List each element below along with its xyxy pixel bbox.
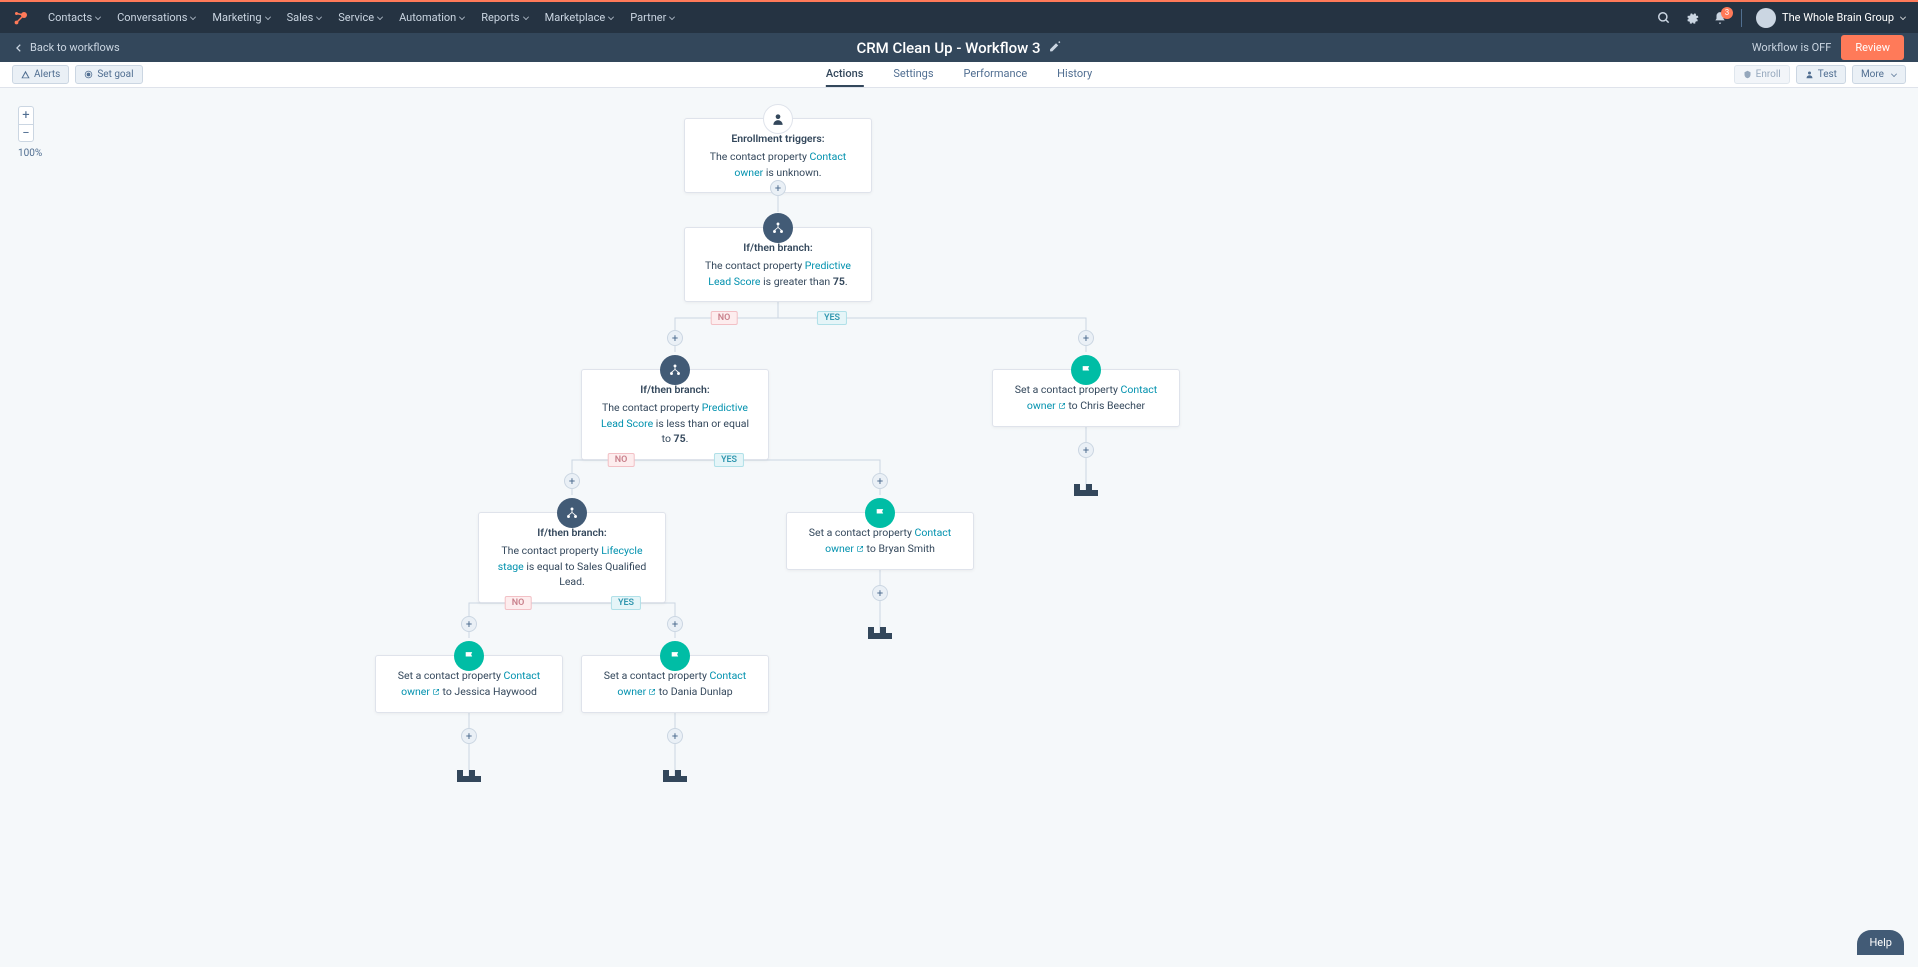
- notif-badge: 3: [1721, 7, 1733, 19]
- node-desc: The contact property Predictive Lead Sco…: [701, 258, 855, 290]
- flag-icon: [660, 641, 690, 671]
- main-nav: Contacts Conversations Marketing Sales S…: [0, 2, 1918, 33]
- nav-automation[interactable]: Automation: [391, 11, 473, 24]
- flag-icon: [454, 641, 484, 671]
- flag-icon: [1071, 355, 1101, 385]
- toolbar: Alerts Set goal Actions Settings Perform…: [0, 62, 1918, 88]
- nav-contacts[interactable]: Contacts: [40, 11, 109, 24]
- tab-history[interactable]: History: [1057, 62, 1092, 87]
- account-menu[interactable]: The Whole Brain Group: [1756, 8, 1906, 28]
- more-button[interactable]: More: [1852, 65, 1906, 84]
- end-marker: [457, 770, 481, 782]
- branch-yes-label: YES: [714, 453, 744, 467]
- node-desc: Set a contact property Contact owner to …: [392, 668, 546, 700]
- search-icon[interactable]: [1657, 11, 1671, 25]
- add-action-button[interactable]: +: [667, 616, 683, 632]
- node-desc: Set a contact property Contact owner to …: [803, 525, 957, 557]
- add-action-button[interactable]: +: [667, 728, 683, 744]
- add-action-button[interactable]: +: [667, 330, 683, 346]
- gear-icon[interactable]: [1685, 11, 1699, 25]
- help-button[interactable]: Help: [1857, 930, 1904, 955]
- nav-partner[interactable]: Partner: [622, 11, 683, 24]
- add-action-button[interactable]: +: [872, 473, 888, 489]
- branch-yes-label: YES: [611, 596, 641, 610]
- node-desc: The contact property Contact owner is un…: [701, 149, 855, 181]
- zoom-out-button[interactable]: −: [18, 124, 34, 142]
- add-action-button[interactable]: +: [461, 616, 477, 632]
- branch-yes-label: YES: [817, 311, 847, 325]
- nav-marketplace[interactable]: Marketplace: [537, 11, 623, 24]
- person-icon: [763, 104, 793, 134]
- workflow-status: Workflow is OFF: [1752, 41, 1832, 54]
- alerts-button[interactable]: Alerts: [12, 65, 69, 84]
- add-action-button[interactable]: +: [461, 728, 477, 744]
- zoom-controls: + − 100%: [18, 106, 42, 159]
- review-button[interactable]: Review: [1841, 35, 1904, 60]
- flag-icon: [865, 498, 895, 528]
- node-desc: Set a contact property Contact owner to …: [1009, 382, 1163, 414]
- branch-node-2[interactable]: If/then branch: The contact property Pre…: [581, 369, 769, 460]
- add-action-button[interactable]: +: [770, 180, 786, 196]
- test-button[interactable]: Test: [1796, 65, 1846, 84]
- branch-node-1[interactable]: If/then branch: The contact property Pre…: [684, 227, 872, 302]
- nav-reports[interactable]: Reports: [473, 11, 536, 24]
- set-property-node-2[interactable]: Set a contact property Contact owner to …: [786, 512, 974, 570]
- add-action-button[interactable]: +: [872, 585, 888, 601]
- tab-actions[interactable]: Actions: [826, 62, 864, 87]
- account-name: The Whole Brain Group: [1782, 11, 1894, 24]
- hubspot-logo-icon[interactable]: [12, 9, 30, 27]
- zoom-level: 100%: [18, 148, 42, 159]
- nav-menu: Contacts Conversations Marketing Sales S…: [40, 11, 683, 24]
- workflow-canvas[interactable]: + − 100% Enrollment triggers: The contac…: [0, 88, 1918, 967]
- nav-marketing[interactable]: Marketing: [204, 11, 278, 24]
- set-property-node-1[interactable]: Set a contact property Contact owner to …: [992, 369, 1180, 427]
- back-link[interactable]: Back to workflows: [14, 41, 120, 54]
- branch-icon: [557, 498, 587, 528]
- node-desc: The contact property Predictive Lead Sco…: [598, 400, 752, 447]
- end-marker: [868, 627, 892, 639]
- branch-no-label: NO: [711, 311, 738, 325]
- nav-divider: [1741, 9, 1742, 27]
- avatar: [1756, 8, 1776, 28]
- set-property-node-4[interactable]: Set a contact property Contact owner to …: [581, 655, 769, 713]
- add-action-button[interactable]: +: [1078, 330, 1094, 346]
- set-goal-button[interactable]: Set goal: [75, 65, 142, 84]
- end-marker: [1074, 484, 1098, 496]
- nav-service[interactable]: Service: [330, 11, 391, 24]
- add-action-button[interactable]: +: [1078, 442, 1094, 458]
- branch-node-3[interactable]: If/then branch: The contact property Lif…: [478, 512, 666, 603]
- nav-conversations[interactable]: Conversations: [109, 11, 204, 24]
- workflow-title: CRM Clean Up - Workflow 3: [856, 39, 1040, 57]
- edit-title-icon[interactable]: [1049, 38, 1062, 57]
- notifications-icon[interactable]: 3: [1713, 11, 1727, 25]
- branch-no-label: NO: [608, 453, 635, 467]
- tab-settings[interactable]: Settings: [893, 62, 933, 87]
- node-desc: Set a contact property Contact owner to …: [598, 668, 752, 700]
- set-property-node-3[interactable]: Set a contact property Contact owner to …: [375, 655, 563, 713]
- branch-icon: [763, 213, 793, 243]
- add-action-button[interactable]: +: [564, 473, 580, 489]
- nav-sales[interactable]: Sales: [279, 11, 331, 24]
- node-desc: The contact property Lifecycle stage is …: [495, 543, 649, 590]
- branch-icon: [660, 355, 690, 385]
- sub-header: Back to workflows CRM Clean Up - Workflo…: [0, 33, 1918, 62]
- tab-performance[interactable]: Performance: [964, 62, 1028, 87]
- end-marker: [663, 770, 687, 782]
- enroll-button[interactable]: Enroll: [1734, 65, 1790, 84]
- zoom-in-button[interactable]: +: [18, 106, 34, 124]
- branch-no-label: NO: [505, 596, 532, 610]
